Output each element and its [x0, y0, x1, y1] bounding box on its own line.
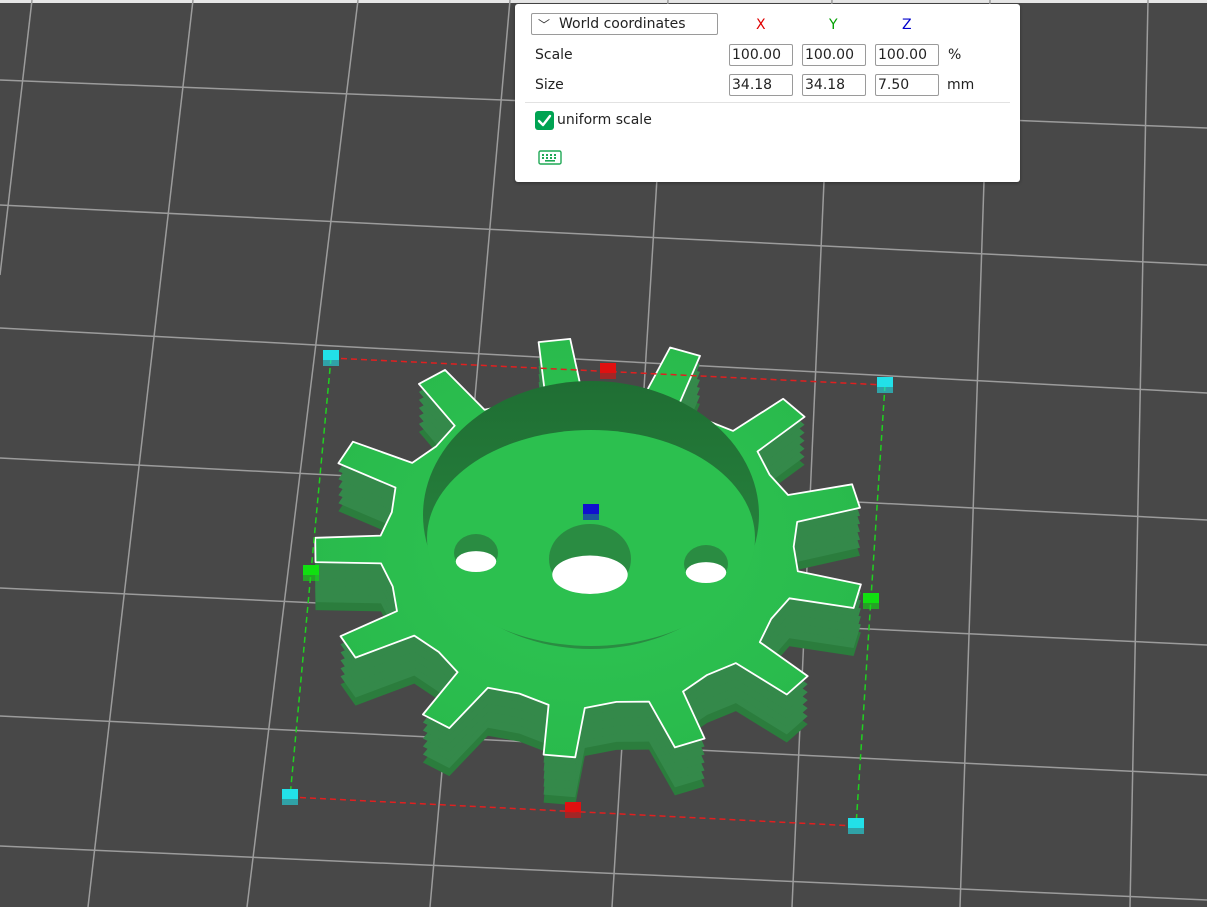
corner-handle-front-left[interactable] [282, 789, 298, 805]
size-label: Size [535, 77, 564, 93]
axis-label-z: Z [902, 17, 912, 33]
panel-divider [525, 102, 1010, 103]
uniform-scale-checkbox[interactable] [535, 111, 554, 130]
size-z-input[interactable]: 7.50 [875, 74, 939, 96]
corner-handle-front-right[interactable] [848, 818, 864, 834]
y-handle-right[interactable] [863, 593, 879, 609]
z-handle-top[interactable] [583, 504, 599, 520]
size-x-input[interactable]: 34.18 [729, 74, 793, 96]
check-icon [537, 114, 552, 127]
y-handle-left[interactable] [303, 565, 319, 581]
scale-x-input[interactable]: 100.00 [729, 44, 793, 66]
scale-unit: % [948, 47, 962, 63]
scale-y-input[interactable]: 100.00 [802, 44, 866, 66]
axis-label-y: Y [829, 17, 838, 33]
coordinate-system-label: World coordinates [559, 16, 686, 32]
corner-handle-back-left[interactable] [323, 350, 339, 366]
gear-hole-left-opening [455, 551, 497, 572]
scale-z-input[interactable]: 100.00 [875, 44, 939, 66]
axis-label-x: X [756, 17, 766, 33]
coordinate-system-dropdown[interactable]: ﹀ World coordinates [531, 13, 718, 35]
scale-label: Scale [535, 47, 573, 63]
size-unit: mm [947, 77, 975, 93]
keyboard-icon[interactable] [538, 150, 562, 166]
scale-tool-panel: ﹀ World coordinates X Y Z Scale 100.00 1… [515, 4, 1020, 182]
gear-hole-right-opening [685, 562, 727, 583]
uniform-scale-label: uniform scale [557, 112, 652, 128]
x-handle-back[interactable] [600, 363, 616, 379]
corner-handle-back-right[interactable] [877, 377, 893, 393]
size-y-input[interactable]: 34.18 [802, 74, 866, 96]
chevron-down-icon: ﹀ [538, 18, 551, 32]
gear-center-hole-opening [552, 555, 628, 594]
x-handle-front[interactable] [565, 802, 581, 818]
